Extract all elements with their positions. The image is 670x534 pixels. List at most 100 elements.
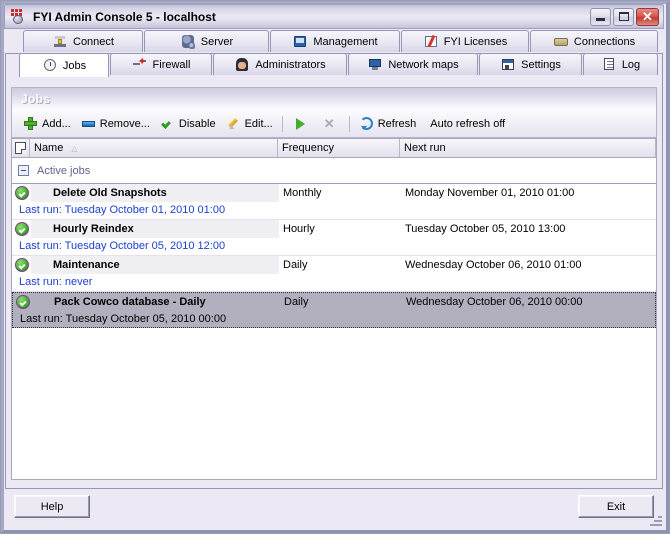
remove-icon	[81, 116, 97, 132]
help-button-label: Help	[40, 500, 64, 513]
dialog-footer: Help Exit	[5, 491, 663, 528]
job-row-main: Maintenance Daily Wednesday October 06, …	[12, 256, 656, 274]
tab-log-label: Log	[621, 58, 641, 71]
window-title: FYI Admin Console 5 - localhost	[33, 9, 216, 24]
maximize-button[interactable]	[613, 8, 634, 26]
job-name: Maintenance	[31, 256, 279, 274]
table-row[interactable]: Maintenance Daily Wednesday October 06, …	[12, 256, 656, 292]
tab-connect[interactable]: Connect	[23, 30, 143, 52]
add-button[interactable]: Add...	[18, 113, 76, 135]
disable-button[interactable]: Disable	[155, 113, 221, 135]
tab-server[interactable]: Server	[144, 30, 269, 52]
title-bar[interactable]: FYI Admin Console 5 - localhost ✕	[4, 4, 664, 29]
firewall-icon: ✦	[132, 57, 148, 72]
table-row[interactable]: Pack Cowco database - Daily Daily Wednes…	[12, 292, 656, 328]
edit-button-label: Edit...	[244, 117, 273, 130]
help-button[interactable]: Help	[14, 495, 90, 518]
tab-connections[interactable]: Connections	[530, 30, 658, 52]
job-name: Pack Cowco database - Daily	[54, 296, 206, 308]
job-row-main: Delete Old Snapshots Monthly Monday Nove…	[12, 184, 656, 202]
section-header: Jobs	[11, 87, 657, 110]
edit-button[interactable]: Edit...	[221, 113, 278, 135]
tab-administrators[interactable]: Administrators	[213, 53, 347, 75]
job-frequency: Monthly	[283, 187, 322, 199]
job-last-run: Last run: Tuesday October 05, 2010 00:00	[20, 313, 227, 325]
refresh-icon	[359, 116, 375, 132]
column-header-frequency-label: Frequency	[282, 142, 334, 154]
administrator-icon	[234, 57, 250, 72]
auto-refresh-status[interactable]: Auto refresh off	[421, 113, 514, 135]
job-frequency: Daily	[283, 259, 308, 271]
collapse-icon[interactable]	[18, 165, 29, 176]
column-header-name-label: Name	[34, 142, 64, 154]
tab-server-label: Server	[200, 35, 234, 48]
management-icon	[292, 34, 308, 49]
tab-fyi-licenses[interactable]: FYI Licenses	[401, 30, 529, 52]
play-icon	[292, 116, 308, 132]
minimize-icon	[596, 18, 605, 21]
checkmark-icon	[160, 116, 176, 132]
refresh-button-label: Refresh	[377, 117, 417, 130]
network-map-icon	[367, 57, 383, 72]
list-column-headers: Name △ Frequency Next run	[11, 138, 657, 158]
column-header-next-run[interactable]: Next run	[400, 139, 656, 157]
jobs-list[interactable]: Active jobs Delete Old Snapshots Monthly…	[11, 158, 657, 480]
run-button[interactable]	[287, 113, 316, 135]
close-button[interactable]: ✕	[636, 8, 659, 26]
connect-icon	[52, 34, 68, 49]
tab-row-primary: Connect Server Management FYI Licenses C…	[5, 30, 663, 52]
job-last-run: Last run: Tuesday October 01, 2010 01:00	[19, 204, 226, 216]
tab-administrators-label: Administrators	[255, 58, 326, 71]
column-header-name[interactable]: Name △	[30, 139, 278, 157]
stop-button[interactable]: ✕	[316, 113, 345, 135]
toolbar-separator-2	[348, 115, 350, 132]
tab-settings[interactable]: Settings	[479, 53, 582, 75]
tab-jobs-label: Jobs	[62, 59, 87, 72]
add-button-label: Add...	[42, 117, 71, 130]
close-icon: ✕	[642, 9, 653, 24]
remove-button[interactable]: Remove...	[76, 113, 155, 135]
job-last-run: Last run: never	[19, 276, 93, 288]
tab-network-maps[interactable]: Network maps	[348, 53, 478, 75]
tab-connections-label: Connections	[573, 35, 636, 48]
license-icon	[423, 34, 439, 49]
job-name: Hourly Reindex	[31, 220, 279, 238]
stop-x-icon: ✕	[323, 115, 335, 131]
connections-icon	[553, 34, 569, 49]
jobs-toolbar: Add... Remove... Disable Edit... ✕ Refre…	[11, 110, 657, 138]
tab-row-secondary: Jobs ✦ Firewall Administrators Network m…	[5, 53, 663, 77]
toolbar-separator-1	[281, 115, 283, 132]
column-header-icon[interactable]	[12, 139, 30, 157]
job-last-run: Last run: Tuesday October 05, 2010 12:00	[19, 240, 226, 252]
job-next-run: Wednesday October 06, 2010 01:00	[405, 259, 582, 271]
tab-settings-label: Settings	[521, 58, 561, 71]
settings-icon	[500, 57, 516, 72]
application-window: FYI Admin Console 5 - localhost ✕ Connec…	[0, 0, 670, 534]
exit-button[interactable]: Exit	[578, 495, 654, 518]
maximize-icon	[619, 12, 629, 21]
minimize-button[interactable]	[590, 8, 611, 26]
status-ok-icon	[14, 294, 32, 310]
sort-ascending-icon: △	[71, 143, 78, 153]
job-frequency: Hourly	[283, 223, 315, 235]
column-header-frequency[interactable]: Frequency	[278, 139, 400, 157]
tab-log[interactable]: Log	[583, 53, 658, 75]
tab-bar: Connect Server Management FYI Licenses C…	[5, 30, 663, 81]
remove-button-label: Remove...	[99, 117, 150, 130]
job-next-run: Monday November 01, 2010 01:00	[405, 187, 575, 199]
job-next-run: Wednesday October 06, 2010 00:00	[406, 296, 583, 308]
job-row-main: Pack Cowco database - Daily Daily Wednes…	[13, 293, 655, 311]
table-row[interactable]: Delete Old Snapshots Monthly Monday Nove…	[12, 184, 656, 220]
column-header-next-run-label: Next run	[404, 142, 446, 154]
tab-jobs[interactable]: Jobs	[19, 53, 109, 77]
job-name: Delete Old Snapshots	[31, 184, 279, 202]
tab-firewall[interactable]: ✦ Firewall	[110, 53, 212, 75]
group-header-active-jobs[interactable]: Active jobs	[12, 158, 656, 184]
tab-fyi-licenses-label: FYI Licenses	[443, 35, 508, 48]
status-ok-icon	[13, 257, 31, 273]
resize-grip[interactable]	[648, 513, 662, 527]
table-row[interactable]: Hourly Reindex Hourly Tuesday October 05…	[12, 220, 656, 256]
tab-management[interactable]: Management	[270, 30, 400, 52]
tab-management-label: Management	[313, 35, 378, 48]
refresh-button[interactable]: Refresh	[354, 113, 422, 135]
